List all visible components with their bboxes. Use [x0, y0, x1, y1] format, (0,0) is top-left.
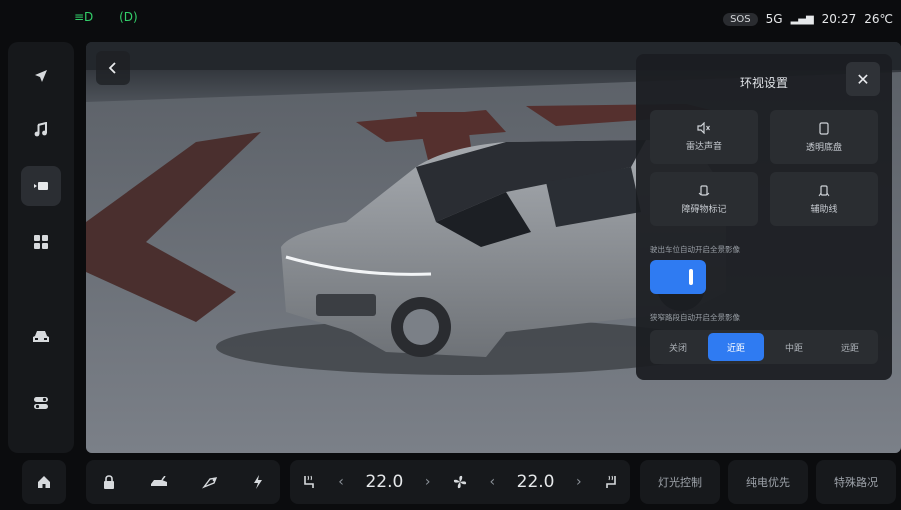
clock: 20:27 — [821, 12, 857, 26]
auto-exit-label: 驶出车位自动开启全景影像 — [650, 245, 740, 254]
right-temp-down-button[interactable]: ‹ — [490, 474, 496, 490]
headlight-indicator: ≡D — [74, 10, 94, 24]
charging-button[interactable] — [253, 475, 263, 489]
outside-temperature: 26℃ — [864, 12, 893, 26]
climate-controls: ‹ 22.0 › ‹ 22.0 › — [290, 460, 630, 504]
option-mid[interactable]: 中距 — [766, 330, 822, 364]
home-icon — [38, 476, 50, 488]
special-road-button[interactable]: 特殊路况 — [816, 460, 896, 504]
surround-settings-panel: 环视设置 ✕ 雷达声音 透明底盘 障碍物标记 辅助线 驶出车位自动开启全景影像 … — [636, 54, 892, 380]
navigation-icon — [35, 70, 47, 82]
lock-button[interactable] — [103, 475, 115, 489]
sos-badge[interactable]: SOS — [723, 12, 758, 26]
speaker-mute-icon — [697, 122, 710, 134]
home-button[interactable] — [22, 460, 66, 504]
option-far[interactable]: 远距 — [822, 330, 878, 364]
toggle-knob — [689, 269, 693, 285]
close-icon: ✕ — [856, 69, 870, 89]
sidebar-item-camera[interactable] — [21, 166, 61, 206]
toggles-icon — [34, 397, 48, 409]
right-seat-heat-button[interactable] — [603, 475, 619, 489]
auto-exit-toggle[interactable] — [650, 260, 706, 294]
guide-line-icon — [818, 184, 830, 196]
lightning-icon — [253, 475, 262, 489]
mirror-button[interactable] — [202, 475, 218, 489]
obstacle-marker-icon — [698, 184, 710, 196]
transparent-chassis-tile[interactable]: 透明底盘 — [770, 110, 878, 164]
front-rim — [403, 309, 439, 345]
left-temp-up-button[interactable]: › — [425, 474, 431, 490]
obstacle-marker-label: 障碍物标记 — [681, 204, 727, 215]
lock-icon — [104, 475, 115, 489]
sidebar-item-vehicle[interactable] — [21, 317, 61, 357]
chevron-left-icon — [108, 62, 116, 74]
car-grille — [316, 294, 376, 316]
obstacle-marker-tile[interactable]: 障碍物标记 — [650, 172, 758, 226]
right-temp-up-button[interactable]: › — [576, 474, 582, 490]
car-icon — [33, 331, 49, 342]
tailgate-button[interactable] — [150, 476, 168, 488]
quick-controls — [86, 460, 280, 504]
sidebar-item-controls[interactable] — [21, 383, 61, 423]
camera-view-icon — [34, 182, 48, 190]
signal-icon: ▂▄▆ — [790, 13, 814, 25]
left-temp-down-button[interactable]: ‹ — [338, 474, 344, 490]
narrow-road-label: 狭窄路段自动开启全景影像 — [650, 313, 740, 322]
fan-button[interactable] — [452, 474, 468, 490]
radar-sound-tile[interactable]: 雷达声音 — [650, 110, 758, 164]
guide-line-tile[interactable]: 辅助线 — [770, 172, 878, 226]
guide-line-label: 辅助线 — [810, 204, 838, 215]
transparent-chassis-label: 透明底盘 — [805, 142, 842, 153]
parking-light-indicator: (D) — [119, 10, 138, 24]
option-off[interactable]: 关闭 — [650, 330, 706, 364]
close-button[interactable]: ✕ — [846, 62, 880, 96]
radar-sound-label: 雷达声音 — [685, 142, 722, 152]
sidebar-item-apps[interactable] — [21, 222, 61, 262]
sidebar-item-navigation[interactable] — [21, 56, 61, 96]
option-near[interactable]: 近距 — [708, 333, 764, 361]
status-indicators: ≡D (D) — [74, 10, 160, 24]
tailgate-icon — [150, 476, 167, 486]
ev-priority-button[interactable]: 纯电优先 — [728, 460, 808, 504]
right-temperature: 22.0 — [516, 472, 555, 492]
network-label: 5G — [765, 12, 783, 26]
status-bar: ≡D (D) SOS 5G ▂▄▆ 20:27 26℃ — [0, 0, 901, 42]
back-button[interactable] — [96, 51, 130, 85]
sidebar — [8, 42, 74, 453]
bottom-dock: ‹ 22.0 › ‹ 22.0 › 灯光控制 纯电优先 特殊路况 — [0, 460, 901, 510]
left-temperature: 22.0 — [365, 472, 404, 492]
light-control-button[interactable]: 灯光控制 — [640, 460, 720, 504]
music-icon — [34, 122, 47, 137]
sidebar-item-music[interactable] — [21, 110, 61, 150]
transparent-chassis-icon — [819, 121, 829, 135]
narrow-road-selector: 关闭 近距 中距 远距 — [650, 330, 878, 364]
seat-heat-icon — [303, 475, 314, 488]
status-right: SOS 5G ▂▄▆ 20:27 26℃ — [723, 12, 893, 26]
fan-icon — [453, 475, 467, 489]
mirror-icon — [202, 477, 218, 489]
seat-heat-icon — [606, 475, 616, 488]
left-seat-heat-button[interactable] — [301, 475, 317, 489]
apps-grid-icon — [34, 235, 48, 249]
